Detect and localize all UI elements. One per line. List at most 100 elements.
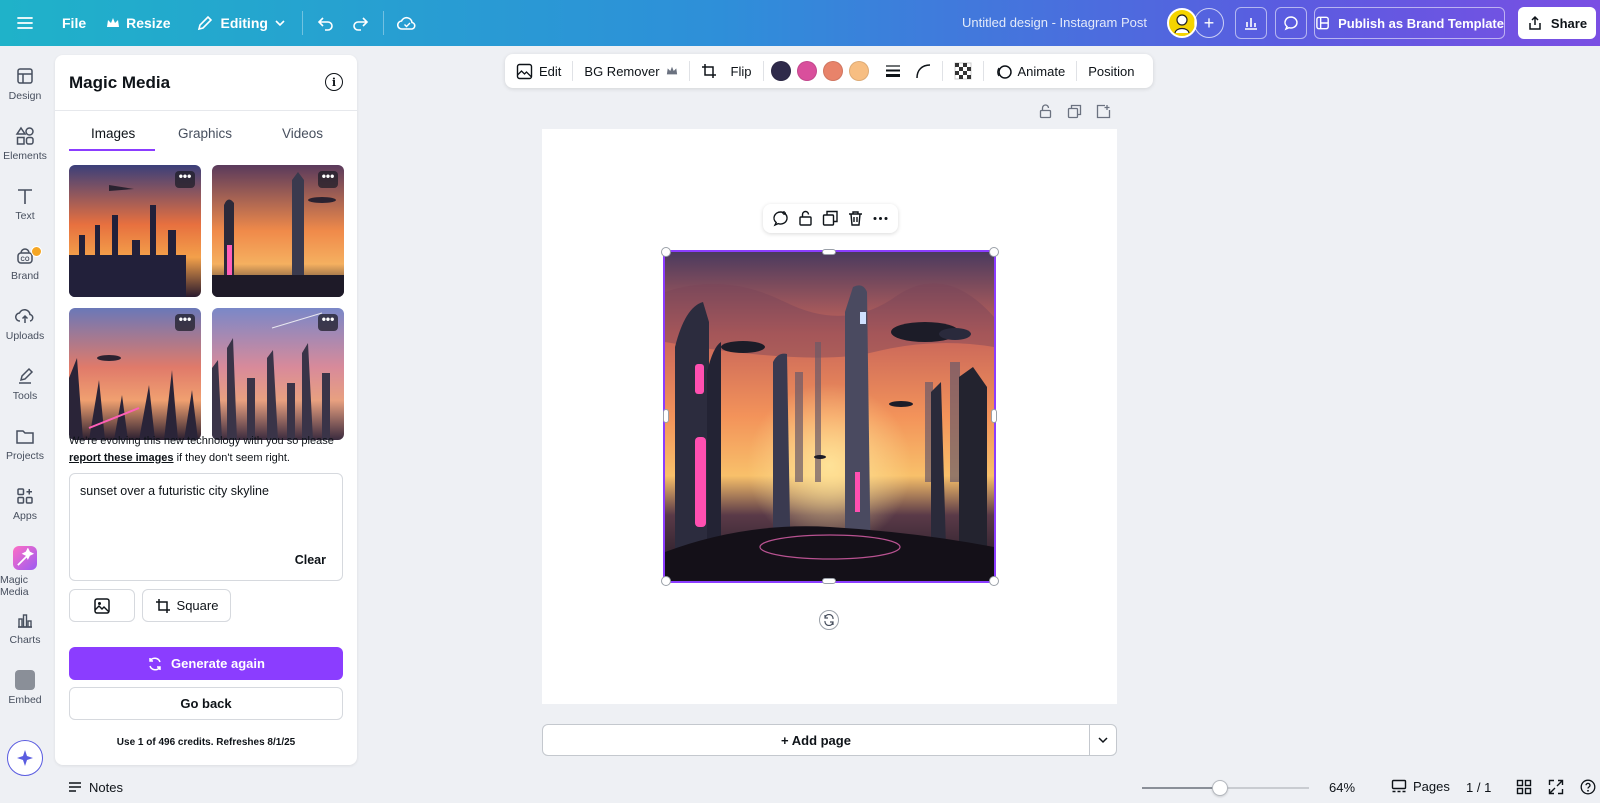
share-button[interactable]: Share <box>1518 7 1596 39</box>
color-swatch-4[interactable] <box>848 61 869 81</box>
rail-item-tools[interactable]: Tools <box>0 366 50 422</box>
animate-label: Animate <box>1017 63 1066 79</box>
generated-image-4[interactable]: ••• <box>212 308 344 440</box>
border-style-button[interactable] <box>878 63 908 79</box>
more-options-button[interactable]: ••• <box>318 170 338 188</box>
panel-title: Magic Media <box>69 73 171 92</box>
report-images-link[interactable]: report these images <box>69 452 174 464</box>
aspect-ratio-button[interactable]: Square <box>142 589 231 622</box>
more-options-button[interactable]: ••• <box>318 313 338 331</box>
magic-media-panel: Magic Media i Images Graphics Videos •••… <box>55 55 357 765</box>
animate-button[interactable]: Animate <box>988 63 1073 80</box>
rail-item-uploads[interactable]: Uploads <box>0 306 50 362</box>
tab-graphics[interactable]: Graphics <box>178 126 232 141</box>
info-icon[interactable]: i <box>325 73 343 91</box>
rail-item-text[interactable]: Text <box>0 186 50 242</box>
rail-item-design[interactable]: Design <box>0 66 50 122</box>
add-page-options-button[interactable] <box>1089 724 1117 756</box>
resize-handle-bottom-right[interactable] <box>989 576 999 586</box>
pencil-icon <box>198 15 213 31</box>
toolbar-divider <box>572 61 574 81</box>
resize-handle-left[interactable] <box>663 409 669 423</box>
user-avatar[interactable] <box>1167 8 1197 38</box>
generated-image-1[interactable]: ••• <box>69 165 201 297</box>
trash-icon[interactable] <box>847 210 864 227</box>
file-menu[interactable]: File <box>52 6 96 40</box>
redo-button[interactable] <box>343 6 377 40</box>
color-swatch-3[interactable] <box>822 61 843 81</box>
save-status-button[interactable] <box>390 6 424 40</box>
rail-item-charts[interactable]: Charts <box>0 610 50 666</box>
resize-handle-bottom[interactable] <box>822 578 836 584</box>
edit-image-button[interactable]: Edit <box>509 63 568 80</box>
reference-image-button[interactable] <box>69 589 135 622</box>
bg-remover-button[interactable]: BG Remover <box>577 64 684 79</box>
generated-image-3[interactable]: ••• <box>69 308 201 440</box>
clear-button[interactable]: Clear <box>295 553 326 567</box>
tab-images[interactable]: Images <box>91 126 135 141</box>
duplicate-icon[interactable] <box>822 210 839 227</box>
text-icon <box>18 189 32 204</box>
notes-button[interactable]: Notes <box>67 779 123 795</box>
editing-mode-dropdown[interactable]: Editing <box>186 6 295 40</box>
resize-handle-right[interactable] <box>991 409 997 423</box>
tab-videos[interactable]: Videos <box>282 126 323 141</box>
add-page-button[interactable]: + Add page <box>542 724 1090 756</box>
resize-button[interactable]: Resize <box>96 6 180 40</box>
design-icon <box>17 68 33 84</box>
color-swatch-2[interactable] <box>796 61 817 81</box>
duplicate-page-icon[interactable] <box>1067 104 1082 119</box>
comments-button[interactable] <box>1275 7 1307 39</box>
rail-label: Brand <box>10 270 40 282</box>
rail-item-embed[interactable]: Embed <box>0 670 50 726</box>
selected-image[interactable] <box>663 250 996 583</box>
rail-item-elements[interactable]: Elements <box>0 126 50 182</box>
comment-add-icon[interactable] <box>772 210 789 227</box>
menu-button[interactable] <box>8 6 42 40</box>
publish-brand-template-button[interactable]: Publish as Brand Template <box>1314 7 1505 39</box>
corner-rounding-button[interactable] <box>908 63 938 79</box>
undo-button[interactable] <box>309 6 343 40</box>
more-options-button[interactable]: ••• <box>175 170 195 188</box>
resize-handle-top[interactable] <box>822 249 836 255</box>
resize-handle-top-right[interactable] <box>989 247 999 257</box>
more-options-button[interactable]: ••• <box>175 313 195 331</box>
go-back-button[interactable]: Go back <box>69 687 343 720</box>
fullscreen-icon[interactable] <box>1548 779 1564 795</box>
rail-item-projects[interactable]: Projects <box>0 426 50 482</box>
lock-icon[interactable] <box>1038 104 1053 119</box>
notes-icon <box>69 782 81 792</box>
more-horizontal-icon[interactable] <box>872 210 889 227</box>
crown-icon <box>666 66 677 75</box>
crop-button[interactable] <box>694 63 724 79</box>
file-label: File <box>62 15 87 31</box>
animate-icon <box>996 64 1012 79</box>
insights-button[interactable] <box>1235 7 1267 39</box>
flip-button[interactable]: Flip <box>724 64 759 79</box>
generated-image-2[interactable]: ••• <box>212 165 344 297</box>
invite-button[interactable]: + <box>1194 8 1224 38</box>
lock-icon[interactable] <box>797 210 814 227</box>
rail-item-brand[interactable]: CO Brand <box>0 246 50 302</box>
prompt-textarea[interactable]: sunset over a futuristic city skyline Cl… <box>69 473 343 581</box>
zoom-level[interactable]: 64% <box>1329 780 1355 795</box>
color-swatch-1[interactable] <box>770 61 791 81</box>
rail-item-apps[interactable]: Apps <box>0 486 50 542</box>
rail-label: Charts <box>9 634 41 646</box>
rail-item-magic-media[interactable]: Magic Media <box>0 546 50 602</box>
help-icon[interactable] <box>1580 779 1596 795</box>
resize-handle-bottom-left[interactable] <box>661 576 671 586</box>
position-button[interactable]: Position <box>1081 64 1141 79</box>
zoom-slider[interactable] <box>1142 780 1309 796</box>
resize-handle-top-left[interactable] <box>661 247 671 257</box>
zoom-slider-knob[interactable] <box>1212 780 1229 796</box>
rotate-handle[interactable] <box>819 610 839 630</box>
transparency-button[interactable] <box>947 62 979 80</box>
grid-view-icon[interactable] <box>1516 779 1532 795</box>
credits-text: Use 1 of 496 credits. Refreshes 8/1/25 <box>116 737 296 748</box>
generate-again-button[interactable]: Generate again <box>69 647 343 680</box>
magic-assistant-button[interactable] <box>7 740 43 776</box>
pages-button[interactable]: Pages <box>1391 778 1450 794</box>
add-page-icon[interactable] <box>1096 104 1111 119</box>
document-title[interactable]: Untitled design - Instagram Post <box>962 15 1147 30</box>
